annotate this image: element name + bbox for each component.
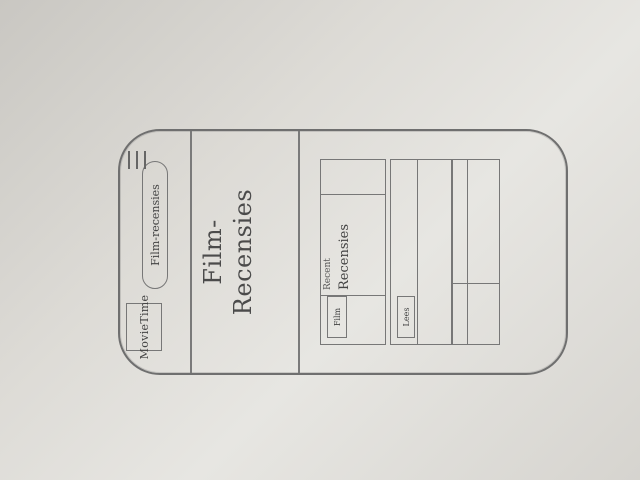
content-divider (298, 131, 300, 373)
review-card-2[interactable]: Lees (390, 159, 452, 345)
search-input[interactable]: Film-recensies (142, 161, 168, 289)
menu-line (136, 151, 138, 169)
film-reviews-card[interactable]: Film Recent Recensies (320, 159, 386, 345)
film-tag: Film (327, 296, 347, 338)
top-navigation-bar: MovieTime Film-recensies (120, 131, 192, 373)
film-tag-label: Film (332, 307, 342, 327)
brand-logo-box[interactable]: MovieTime (126, 295, 162, 359)
menu-line (144, 151, 146, 169)
search-text: Film-recensies (148, 184, 162, 266)
read-badge[interactable]: Lees (397, 296, 415, 338)
phone-frame: MovieTime Film-recensies Film- Recensies… (118, 129, 568, 375)
phone-sketch: MovieTime Film-recensies Film- Recensies… (118, 129, 568, 375)
menu-icon[interactable] (128, 151, 146, 169)
menu-line (128, 151, 130, 169)
review-card-3[interactable] (452, 159, 500, 345)
page-title-line-2: Recensies (229, 188, 257, 316)
film-card-sublabel: Recent (323, 258, 333, 290)
brand-label: MovieTime (137, 294, 151, 360)
film-card-label: Recensies (337, 223, 352, 290)
read-badge-label: Lees (401, 307, 411, 327)
card-3-bar (467, 160, 468, 344)
page-title: Film- Recensies (198, 131, 258, 373)
page-title-line-1: Film- (199, 219, 227, 285)
card-3-split (453, 283, 499, 284)
card-divider (417, 160, 418, 344)
